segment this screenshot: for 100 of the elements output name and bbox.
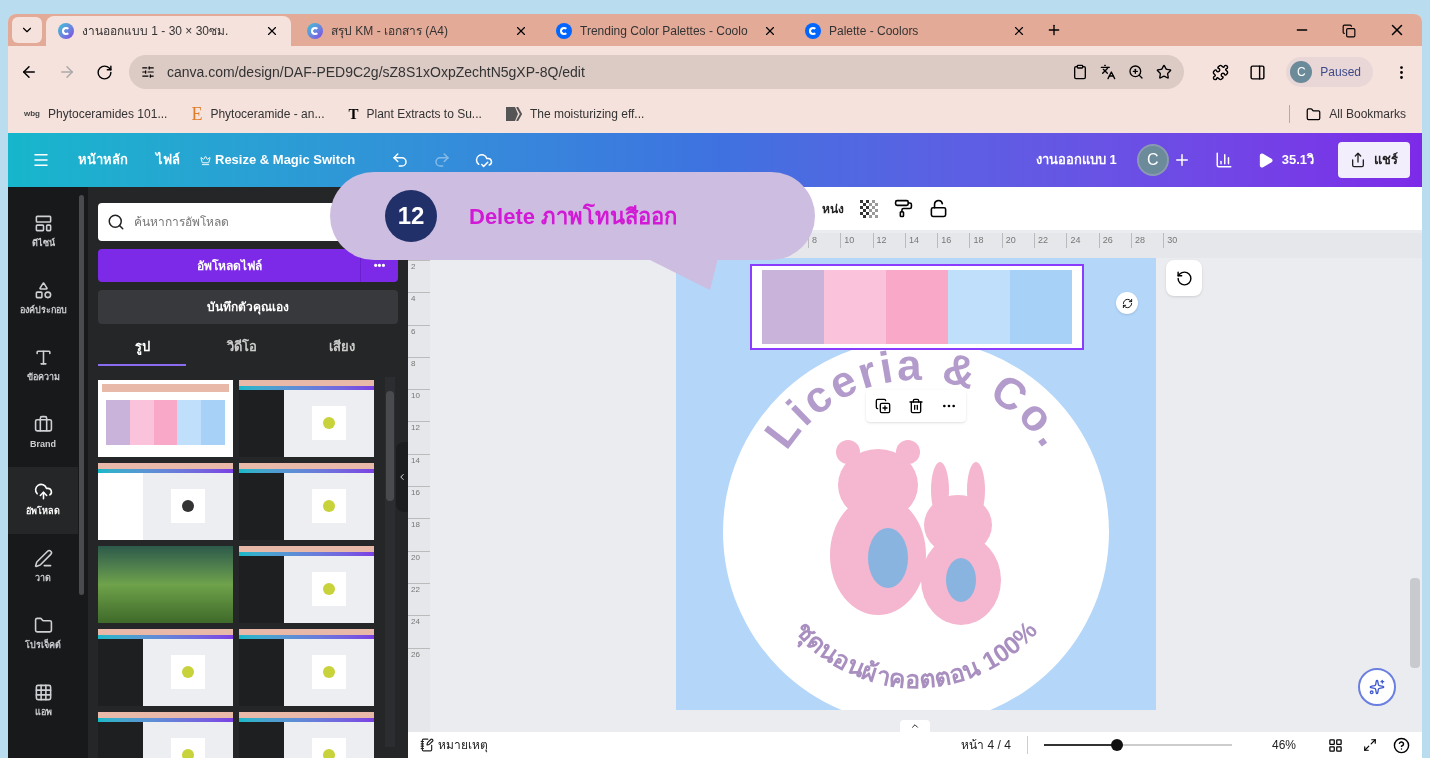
zoom-slider[interactable]	[1043, 739, 1232, 751]
design-title[interactable]: งานออกแบบ 1	[1035, 150, 1117, 170]
close-icon[interactable]	[514, 24, 528, 38]
present-button[interactable]: 35.1วิ	[1256, 150, 1314, 170]
bookmark-favicon-icon	[505, 107, 522, 121]
palette-thumbnail[interactable]	[98, 379, 233, 457]
screenshot-thumbnail[interactable]	[98, 628, 233, 706]
tab-title: Palette - Coolors	[829, 23, 920, 40]
notes-button[interactable]: หมายเหตุ	[420, 736, 488, 754]
share-button[interactable]: แชร์	[1338, 142, 1410, 178]
media-tab[interactable]: รูป	[98, 329, 186, 366]
screenshot-thumbnail[interactable]	[239, 462, 374, 540]
record-button[interactable]: บันทึกตัวคุณเอง	[98, 290, 398, 324]
profile-avatar: C	[1290, 61, 1313, 83]
canva-logo-icon	[58, 23, 74, 39]
browser-tab[interactable]: งานออกแบบ 1 - 30 × 30ซม.	[46, 16, 291, 46]
media-tab[interactable]: เสียง	[298, 329, 386, 366]
search-icon	[107, 213, 125, 231]
page-indicator[interactable]: หน้า 4 / 4	[961, 736, 1028, 754]
slider-thumb[interactable]	[1111, 739, 1124, 751]
reload-icon[interactable]	[96, 63, 113, 81]
selection-frame[interactable]	[750, 264, 1084, 350]
rail-item[interactable]: Brand	[8, 400, 78, 467]
rail-icon	[33, 482, 53, 502]
rail-item[interactable]: แอพ	[8, 668, 78, 735]
user-avatar[interactable]: C	[1136, 144, 1169, 176]
rotate-button[interactable]	[1116, 292, 1138, 314]
browser-tab[interactable]: Palette - Coolors	[793, 16, 1038, 46]
photo-placeholder[interactable]	[98, 545, 233, 623]
close-icon[interactable]	[265, 24, 279, 38]
screenshot-thumbnail[interactable]	[239, 379, 374, 457]
translate-icon[interactable]	[1100, 64, 1117, 80]
bookmark-item[interactable]: wbg Phytoceramides 101...	[24, 105, 168, 123]
notes-icon	[420, 738, 434, 752]
collapse-panel-handle[interactable]	[396, 442, 408, 512]
upload-button[interactable]: อัพโหลดไฟล์	[98, 249, 360, 283]
browser-tab[interactable]: Trending Color Palettes - Coolo	[544, 16, 789, 46]
refresh-button[interactable]	[1166, 260, 1202, 296]
refresh-icon	[1175, 269, 1193, 287]
browser-tab[interactable]: สรุป KM - เอกสาร (A4)	[295, 16, 540, 46]
back-icon[interactable]	[20, 63, 38, 81]
transparency-icon[interactable]	[860, 199, 878, 218]
fullscreen-icon[interactable]	[1363, 738, 1377, 752]
favicon-letter: T	[348, 106, 359, 122]
bookmark-item[interactable]: E Phytoceramide - an...	[191, 105, 325, 123]
unlock-icon[interactable]	[929, 199, 948, 218]
ruler-label: 16	[408, 486, 430, 519]
rail-item[interactable]: อัพโหลด	[8, 467, 78, 534]
scrollbar-thumb[interactable]	[386, 391, 394, 501]
favicon-text: wbg	[24, 108, 40, 120]
ruler-label: 8	[408, 356, 430, 390]
rail-item[interactable]: องค์ประกอบ	[8, 266, 78, 333]
bookmark-item[interactable]: The moisturizing eff...	[505, 105, 645, 123]
rail-item[interactable]: ดีไซน์	[8, 199, 78, 266]
cloud-saved-icon[interactable]	[475, 151, 494, 169]
help-icon[interactable]	[1393, 736, 1410, 754]
screenshot-thumbnail[interactable]	[239, 628, 374, 706]
rail-item[interactable]: ข้อความ	[8, 333, 78, 400]
restore-icon[interactable]	[1342, 24, 1356, 38]
ruler-label: 30	[1163, 233, 1196, 248]
clipboard-icon[interactable]	[1072, 64, 1089, 80]
rotate-icon	[1121, 297, 1133, 309]
ruler-label: 20	[1001, 233, 1035, 248]
screenshot-thumbnail[interactable]	[98, 462, 233, 540]
new-tab-icon[interactable]	[1046, 22, 1062, 38]
ruler-label: 10	[408, 389, 430, 422]
rail-icon	[33, 616, 53, 636]
media-tab[interactable]: วิดีโอ	[198, 329, 286, 366]
bookmark-star-icon[interactable]	[1156, 64, 1173, 80]
zoom-percent[interactable]: 46%	[1271, 736, 1296, 754]
all-bookmarks-button[interactable]: All Bookmarks	[1289, 105, 1406, 123]
screenshot-thumbnail[interactable]	[239, 545, 374, 623]
site-settings-icon[interactable]	[141, 65, 155, 79]
close-icon[interactable]	[763, 24, 777, 38]
bookmark-item[interactable]: T Plant Extracts to Su...	[348, 105, 482, 123]
ruler-label: 16	[937, 233, 970, 248]
sparkle-icon	[1369, 679, 1385, 695]
undo-icon[interactable]	[391, 151, 410, 169]
magic-button[interactable]	[1358, 668, 1396, 706]
address-bar[interactable]: canva.com/design/DAF-PED9C2g/sZ8S1xOxpZechtN5gXP-8Q/edit	[129, 55, 1185, 89]
ruler-label: 20	[408, 550, 430, 583]
grid-view-icon[interactable]	[1328, 737, 1343, 753]
ruler-label: 18	[408, 518, 430, 551]
ruler-label: 4	[408, 292, 430, 325]
scrollbar-thumb[interactable]	[1410, 578, 1420, 668]
ruler-label: 26	[1098, 233, 1131, 248]
profile-chip[interactable]: C Paused	[1286, 57, 1373, 87]
rail-item[interactable]: วาด	[8, 534, 78, 601]
tab-title: งานออกแบบ 1 - 30 × 30ซม.	[82, 23, 230, 40]
position-button[interactable]: หน่ง	[822, 199, 844, 218]
side-panel-icon[interactable]	[1249, 63, 1267, 81]
rail-item[interactable]: โปรเจ็คต์	[8, 601, 78, 668]
insights-icon[interactable]	[1214, 151, 1233, 169]
paint-roller-icon[interactable]	[894, 199, 913, 218]
close-icon[interactable]	[1012, 24, 1026, 38]
ruler-label: 12	[872, 233, 905, 248]
url-text: canva.com/design/DAF-PED9C2g/sZ8S1xOxpZechtN5gXP-8Q/edit	[167, 62, 586, 82]
extensions-icon[interactable]	[1212, 63, 1230, 81]
zoom-icon[interactable]	[1128, 64, 1145, 80]
rail-icon	[33, 549, 53, 569]
